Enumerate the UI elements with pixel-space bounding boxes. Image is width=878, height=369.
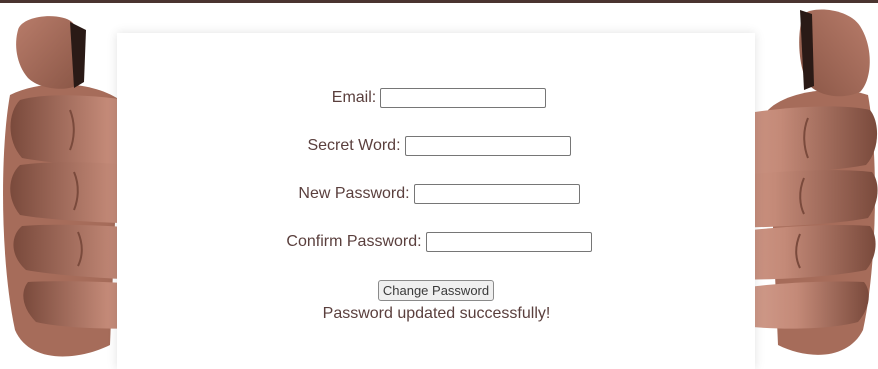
secret-word-label: Secret Word: [307,137,401,154]
new-password-row: New Password: [0,184,878,204]
email-field[interactable] [380,88,547,108]
secret-word-row: Secret Word: [0,136,878,156]
email-row: Email: [0,88,878,108]
confirm-password-row: Confirm Password: [0,232,878,252]
new-password-label: New Password: [298,185,410,202]
status-message: Password updated successfully! [322,305,551,322]
new-password-field[interactable] [413,184,580,204]
confirm-password-label: Confirm Password: [286,233,422,250]
change-password-button[interactable]: Change Password [378,280,494,301]
confirm-password-field[interactable] [425,232,592,252]
email-label: Email: [331,89,377,106]
secret-word-field[interactable] [404,136,571,156]
